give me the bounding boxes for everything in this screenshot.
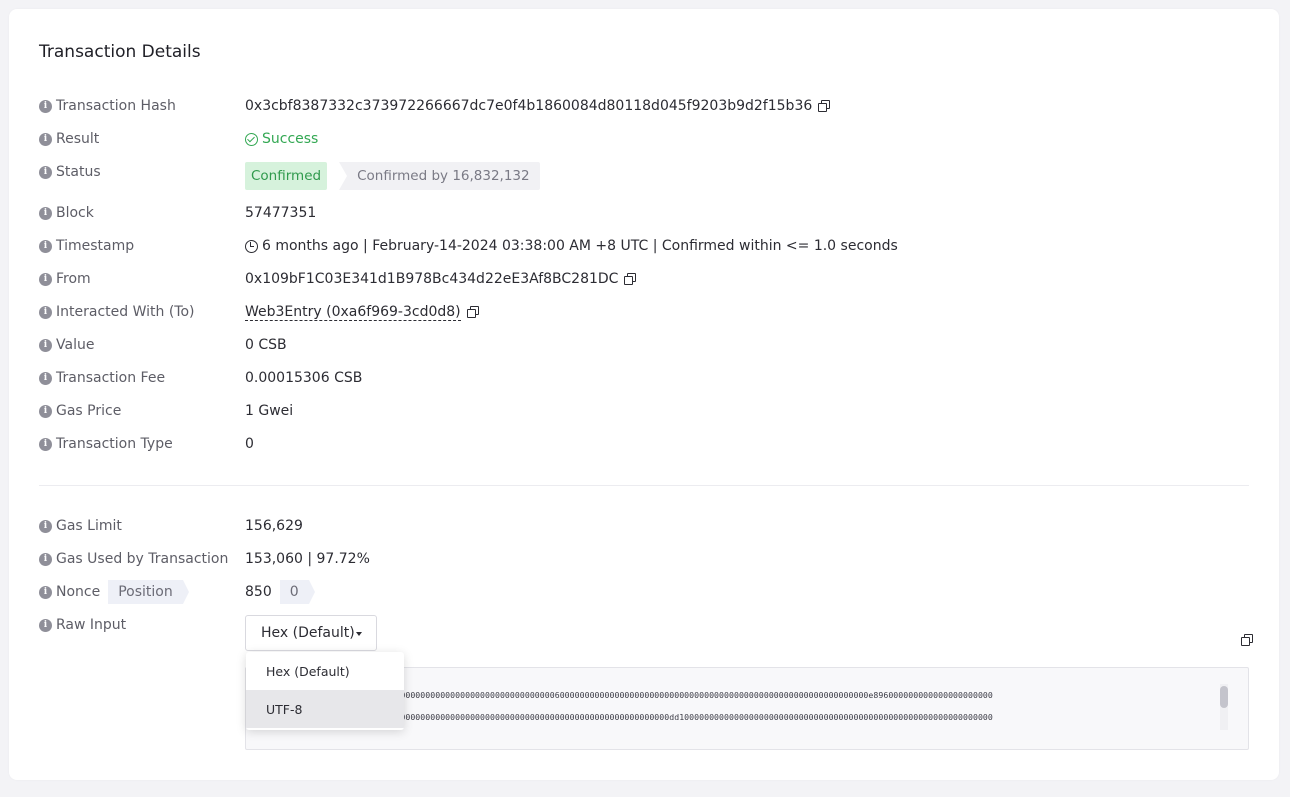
label-value: Value (56, 337, 95, 353)
row-gas-used: i Gas Used by Transaction 153,060 | 97.72… (39, 549, 1249, 569)
info-icon: i (39, 338, 52, 352)
row-gas-price: i Gas Price 1 Gwei (39, 401, 1249, 421)
row-status: i Status Confirmed Confirmed by 16,832,13… (39, 162, 1249, 190)
label-interacted-with: Interacted With (To) (56, 304, 195, 320)
info-icon: i (39, 519, 52, 533)
info-icon: i (39, 404, 52, 418)
row-timestamp: i Timestamp 6 months ago | February-14-20… (39, 236, 1249, 256)
result-value: Success (262, 131, 319, 147)
label-gas-price: Gas Price (56, 403, 122, 419)
status-badge: Confirmed (245, 162, 328, 190)
copy-icon[interactable] (624, 273, 637, 285)
row-interacted-with: i Interacted With (To) Web3Entry (0xa6f96… (39, 302, 1249, 322)
row-from: i From 0x109bF1C03E341d1B978Bc434d22eE3Af… (39, 269, 1249, 289)
vertical-scrollbar[interactable] (1220, 684, 1228, 730)
copy-icon[interactable] (818, 100, 831, 112)
check-circle-icon (245, 132, 258, 146)
label-status: Status (56, 164, 101, 180)
label-result: Result (56, 131, 100, 147)
section-divider (39, 485, 1249, 486)
nonce-value: 850 (245, 584, 272, 600)
label-transaction-hash: Transaction Hash (56, 98, 176, 114)
info-icon: i (39, 552, 52, 566)
dropdown-option-hex[interactable]: Hex (Default) (246, 652, 404, 690)
label-gas-limit: Gas Limit (56, 518, 122, 534)
info-icon: i (39, 585, 52, 599)
clock-icon (245, 239, 258, 253)
copy-icon[interactable] (466, 306, 479, 318)
contract-link[interactable]: Web3Entry (0xa6f969-3cd0d8) (245, 304, 461, 321)
transaction-hash-value[interactable]: 0x3cbf8387332c373972266667dc7e0f4b186008… (245, 98, 812, 114)
format-dropdown-menu: Hex (Default) UTF-8 (246, 652, 404, 730)
row-block: i Block 57477351 (39, 203, 1249, 223)
label-from: From (56, 271, 91, 287)
row-raw-input: i Raw Input (39, 615, 1249, 635)
transaction-details-card: Transaction Details i Transaction Hash 0x… (9, 9, 1279, 780)
row-nonce: i Nonce Position 850 0 (39, 580, 1249, 604)
transaction-type-value: 0 (245, 436, 254, 452)
caret-down-icon (356, 632, 362, 636)
dropdown-option-utf8[interactable]: UTF-8 (246, 690, 404, 728)
position-value-pill: 0 (279, 580, 315, 604)
row-result: i Result Success (39, 129, 1249, 149)
value-amount: 0 CSB (245, 337, 287, 353)
raw-input-format-selected: Hex (Default) (261, 625, 355, 641)
info-icon: i (39, 272, 52, 286)
info-icon: i (39, 99, 52, 113)
label-transaction-fee: Transaction Fee (56, 370, 166, 386)
info-icon: i (39, 618, 52, 632)
page-title: Transaction Details (39, 42, 201, 62)
label-raw-input: Raw Input (56, 617, 127, 633)
row-transaction-fee: i Transaction Fee 0.00015306 CSB (39, 368, 1249, 388)
info-icon: i (39, 371, 52, 385)
info-icon: i (39, 239, 52, 253)
gas-price-value: 1 Gwei (245, 403, 294, 419)
label-timestamp: Timestamp (56, 238, 135, 254)
gas-limit-value: 156,629 (245, 518, 303, 534)
block-value[interactable]: 57477351 (245, 205, 316, 221)
timestamp-value: 6 months ago | February-14-2024 03:38:00… (262, 238, 898, 254)
raw-input-format-select[interactable]: Hex (Default) (245, 615, 377, 651)
label-transaction-type: Transaction Type (56, 436, 173, 452)
label-nonce: Nonce (56, 584, 101, 600)
copy-icon[interactable] (1241, 634, 1253, 646)
transaction-fee-value: 0.00015306 CSB (245, 370, 363, 386)
info-icon: i (39, 132, 52, 146)
row-transaction-type: i Transaction Type 0 (39, 434, 1249, 454)
row-value: i Value 0 CSB (39, 335, 1249, 355)
info-icon: i (39, 165, 52, 179)
row-transaction-hash: i Transaction Hash 0x3cbf8387332c37397226… (39, 96, 1249, 116)
label-block: Block (56, 205, 94, 221)
info-icon: i (39, 437, 52, 451)
confirmations-badge: Confirmed by 16,832,132 (339, 162, 540, 190)
scrollbar-thumb[interactable] (1220, 686, 1228, 708)
label-gas-used: Gas Used by Transaction (56, 551, 229, 567)
position-label-pill: Position (108, 580, 189, 604)
row-gas-limit: i Gas Limit 156,629 (39, 516, 1249, 536)
from-address[interactable]: 0x109bF1C03E341d1B978Bc434d22eE3Af8BC281… (245, 271, 618, 287)
info-icon: i (39, 206, 52, 220)
gas-used-value: 153,060 | 97.72% (245, 551, 370, 567)
info-icon: i (39, 305, 52, 319)
